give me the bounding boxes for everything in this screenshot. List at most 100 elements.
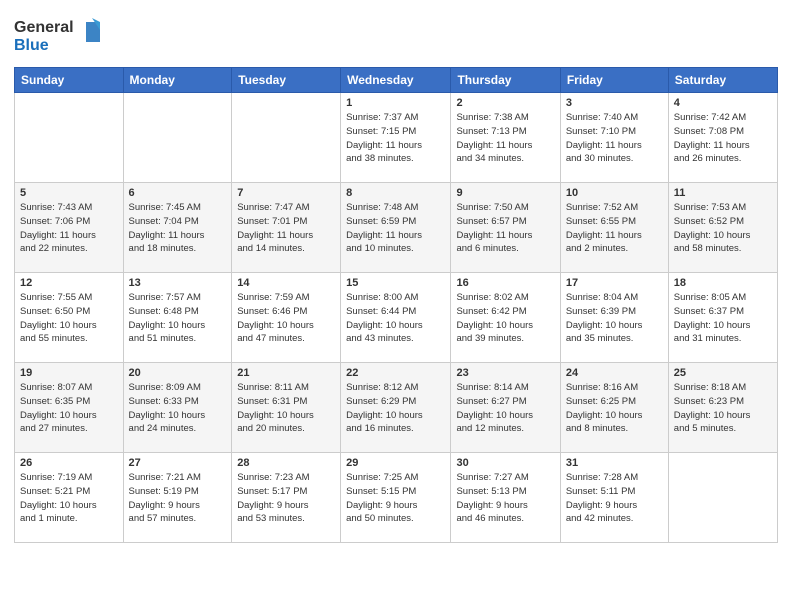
day-info: Sunrise: 8:09 AM Sunset: 6:33 PM Dayligh… (129, 381, 227, 436)
day-number: 12 (20, 277, 118, 289)
day-cell: 6 Sunrise: 7:45 AM Sunset: 7:04 PM Daylig… (123, 183, 232, 273)
day-cell: 23Sunrise: 8:14 AM Sunset: 6:27 PM Dayli… (451, 363, 560, 453)
day-number: 11 (674, 187, 772, 199)
logo-text: General Blue (14, 14, 114, 61)
day-info: Sunrise: 7:40 AM Sunset: 7:10 PM Dayligh… (566, 111, 663, 166)
day-cell: 31 Sunrise: 7:28 AM Sunset: 5:11 PM Dayli… (560, 453, 668, 543)
day-info: Sunrise: 7:48 AM Sunset: 6:59 PM Dayligh… (346, 201, 445, 256)
day-info: Sunrise: 8:12 AM Sunset: 6:29 PM Dayligh… (346, 381, 445, 436)
day-number: 22 (346, 367, 445, 379)
day-info: Sunrise: 8:04 AM Sunset: 6:39 PM Dayligh… (566, 291, 663, 346)
weekday-header-saturday: Saturday (668, 68, 777, 93)
day-cell: 13Sunrise: 7:57 AM Sunset: 6:48 PM Dayli… (123, 273, 232, 363)
calendar-table: SundayMondayTuesdayWednesdayThursdayFrid… (14, 67, 778, 543)
weekday-header-friday: Friday (560, 68, 668, 93)
day-number: 21 (237, 367, 335, 379)
day-info: Sunrise: 7:47 AM Sunset: 7:01 PM Dayligh… (237, 201, 335, 256)
day-number: 29 (346, 457, 445, 469)
day-number: 8 (346, 187, 445, 199)
day-info: Sunrise: 7:52 AM Sunset: 6:55 PM Dayligh… (566, 201, 663, 256)
day-number: 26 (20, 457, 118, 469)
day-info: Sunrise: 7:38 AM Sunset: 7:13 PM Dayligh… (456, 111, 554, 166)
day-info: Sunrise: 7:59 AM Sunset: 6:46 PM Dayligh… (237, 291, 335, 346)
day-cell: 24 Sunrise: 8:16 AM Sunset: 6:25 PM Dayli… (560, 363, 668, 453)
day-cell: 11 Sunrise: 7:53 AM Sunset: 6:52 PM Dayli… (668, 183, 777, 273)
weekday-header-monday: Monday (123, 68, 232, 93)
day-number: 4 (674, 97, 772, 109)
day-info: Sunrise: 7:55 AM Sunset: 6:50 PM Dayligh… (20, 291, 118, 346)
day-cell: 14 Sunrise: 7:59 AM Sunset: 6:46 PM Dayli… (232, 273, 341, 363)
day-info: Sunrise: 8:11 AM Sunset: 6:31 PM Dayligh… (237, 381, 335, 436)
logo: General Blue (14, 14, 114, 61)
day-cell (232, 93, 341, 183)
day-cell: 17Sunrise: 8:04 AM Sunset: 6:39 PM Dayli… (560, 273, 668, 363)
week-row-2: 5 Sunrise: 7:43 AM Sunset: 7:06 PM Daylig… (15, 183, 778, 273)
day-cell: 4 Sunrise: 7:42 AM Sunset: 7:08 PM Daylig… (668, 93, 777, 183)
day-info: Sunrise: 7:50 AM Sunset: 6:57 PM Dayligh… (456, 201, 554, 256)
day-info: Sunrise: 8:18 AM Sunset: 6:23 PM Dayligh… (674, 381, 772, 436)
day-info: Sunrise: 7:43 AM Sunset: 7:06 PM Dayligh… (20, 201, 118, 256)
day-cell: 3Sunrise: 7:40 AM Sunset: 7:10 PM Daylig… (560, 93, 668, 183)
day-cell (15, 93, 124, 183)
day-number: 9 (456, 187, 554, 199)
weekday-header-sunday: Sunday (15, 68, 124, 93)
day-cell: 26 Sunrise: 7:19 AM Sunset: 5:21 PM Dayli… (15, 453, 124, 543)
day-info: Sunrise: 7:37 AM Sunset: 7:15 PM Dayligh… (346, 111, 445, 166)
day-number: 25 (674, 367, 772, 379)
day-cell: 29 Sunrise: 7:25 AM Sunset: 5:15 PM Dayli… (341, 453, 451, 543)
day-number: 19 (20, 367, 118, 379)
day-number: 10 (566, 187, 663, 199)
day-number: 5 (20, 187, 118, 199)
day-number: 18 (674, 277, 772, 289)
day-number: 7 (237, 187, 335, 199)
day-info: Sunrise: 7:57 AM Sunset: 6:48 PM Dayligh… (129, 291, 227, 346)
day-number: 6 (129, 187, 227, 199)
svg-text:General: General (14, 19, 74, 36)
day-cell: 8 Sunrise: 7:48 AM Sunset: 6:59 PM Daylig… (341, 183, 451, 273)
day-cell: 18Sunrise: 8:05 AM Sunset: 6:37 PM Dayli… (668, 273, 777, 363)
day-number: 24 (566, 367, 663, 379)
day-cell: 7 Sunrise: 7:47 AM Sunset: 7:01 PM Daylig… (232, 183, 341, 273)
day-number: 30 (456, 457, 554, 469)
weekday-header-wednesday: Wednesday (341, 68, 451, 93)
day-number: 31 (566, 457, 663, 469)
weekday-header-thursday: Thursday (451, 68, 560, 93)
day-cell: 15Sunrise: 8:00 AM Sunset: 6:44 PM Dayli… (341, 273, 451, 363)
day-info: Sunrise: 7:19 AM Sunset: 5:21 PM Dayligh… (20, 471, 118, 526)
day-info: Sunrise: 8:07 AM Sunset: 6:35 PM Dayligh… (20, 381, 118, 436)
day-cell: 19 Sunrise: 8:07 AM Sunset: 6:35 PM Dayli… (15, 363, 124, 453)
day-cell (123, 93, 232, 183)
day-cell: 25 Sunrise: 8:18 AM Sunset: 6:23 PM Dayli… (668, 363, 777, 453)
day-info: Sunrise: 7:23 AM Sunset: 5:17 PM Dayligh… (237, 471, 335, 526)
weekday-header-tuesday: Tuesday (232, 68, 341, 93)
day-cell: 21 Sunrise: 8:11 AM Sunset: 6:31 PM Dayli… (232, 363, 341, 453)
day-info: Sunrise: 7:27 AM Sunset: 5:13 PM Dayligh… (456, 471, 554, 526)
day-cell: 5 Sunrise: 7:43 AM Sunset: 7:06 PM Daylig… (15, 183, 124, 273)
day-number: 16 (456, 277, 554, 289)
weekday-header-row: SundayMondayTuesdayWednesdayThursdayFrid… (15, 68, 778, 93)
day-cell: 22 Sunrise: 8:12 AM Sunset: 6:29 PM Dayli… (341, 363, 451, 453)
day-cell: 1 Sunrise: 7:37 AM Sunset: 7:15 PM Daylig… (341, 93, 451, 183)
day-number: 27 (129, 457, 227, 469)
day-number: 2 (456, 97, 554, 109)
day-info: Sunrise: 8:16 AM Sunset: 6:25 PM Dayligh… (566, 381, 663, 436)
day-cell: 2 Sunrise: 7:38 AM Sunset: 7:13 PM Daylig… (451, 93, 560, 183)
day-number: 1 (346, 97, 445, 109)
day-cell (668, 453, 777, 543)
day-number: 28 (237, 457, 335, 469)
header: General Blue (14, 10, 778, 61)
day-cell: 28 Sunrise: 7:23 AM Sunset: 5:17 PM Dayli… (232, 453, 341, 543)
day-info: Sunrise: 8:00 AM Sunset: 6:44 PM Dayligh… (346, 291, 445, 346)
day-info: Sunrise: 7:45 AM Sunset: 7:04 PM Dayligh… (129, 201, 227, 256)
day-number: 14 (237, 277, 335, 289)
calendar-container: General Blue SundayMondayTuesdayWednesda… (0, 0, 792, 557)
day-cell: 27 Sunrise: 7:21 AM Sunset: 5:19 PM Dayli… (123, 453, 232, 543)
day-cell: 30 Sunrise: 7:27 AM Sunset: 5:13 PM Dayli… (451, 453, 560, 543)
day-info: Sunrise: 7:21 AM Sunset: 5:19 PM Dayligh… (129, 471, 227, 526)
day-info: Sunrise: 7:25 AM Sunset: 5:15 PM Dayligh… (346, 471, 445, 526)
day-info: Sunrise: 7:42 AM Sunset: 7:08 PM Dayligh… (674, 111, 772, 166)
day-cell: 16Sunrise: 8:02 AM Sunset: 6:42 PM Dayli… (451, 273, 560, 363)
week-row-4: 19 Sunrise: 8:07 AM Sunset: 6:35 PM Dayli… (15, 363, 778, 453)
day-info: Sunrise: 7:53 AM Sunset: 6:52 PM Dayligh… (674, 201, 772, 256)
day-info: Sunrise: 7:28 AM Sunset: 5:11 PM Dayligh… (566, 471, 663, 526)
